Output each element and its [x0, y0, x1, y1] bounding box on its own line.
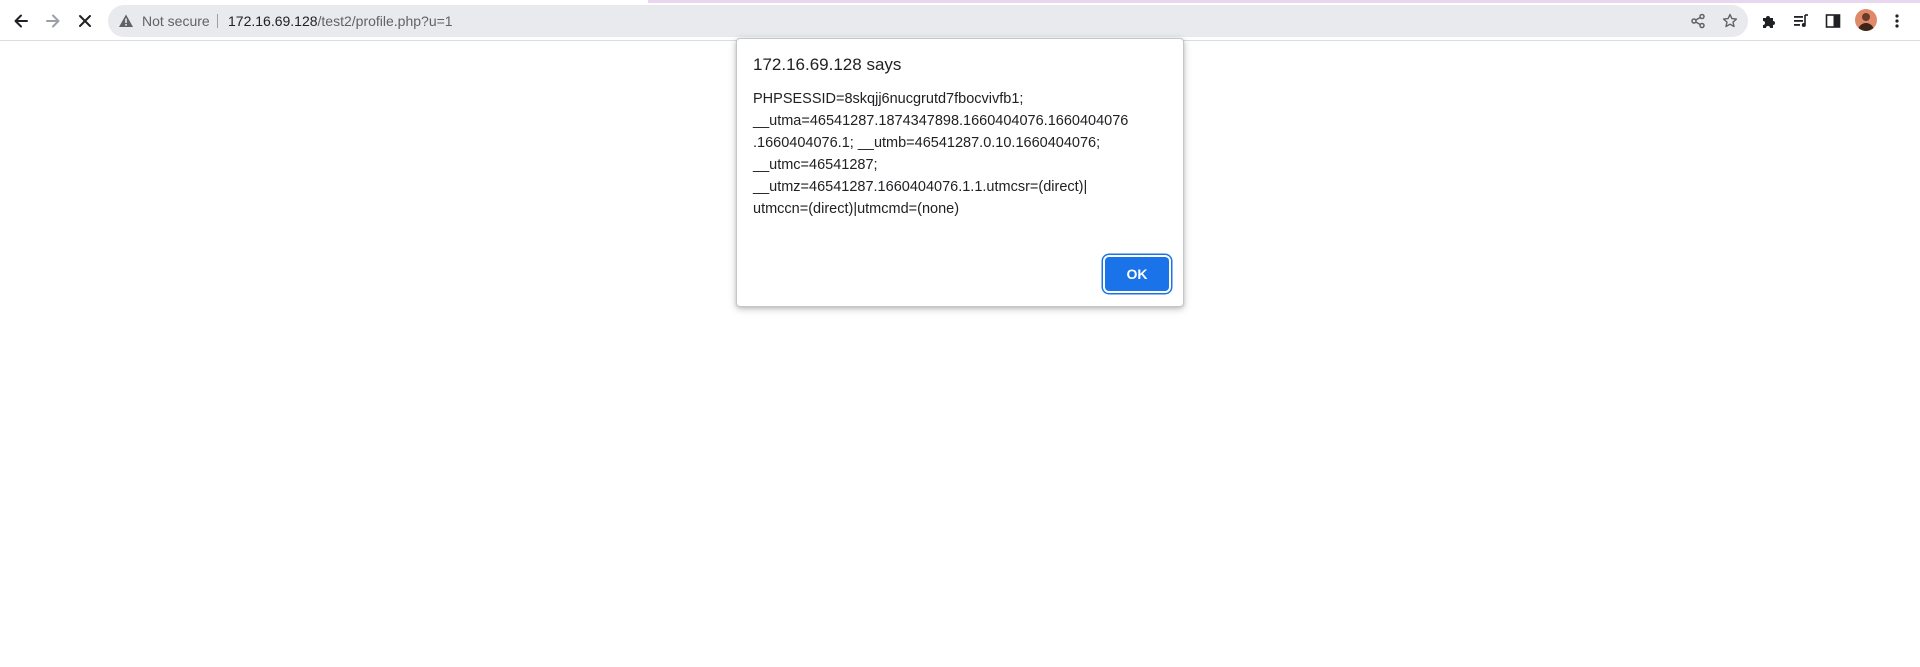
extensions-button[interactable] — [1758, 10, 1780, 32]
address-bar[interactable]: Not secure 172.16.69.128/test2/profile.p… — [108, 5, 1748, 37]
dialog-message: PHPSESSID=8skqjj6nucgrutd7fbocvivfb1; __… — [753, 88, 1173, 220]
message-line: __utma=46541287.1874347898.1660404076.16… — [753, 113, 1129, 129]
omnibox-divider — [217, 14, 218, 28]
browser-menu-button[interactable] — [1886, 10, 1908, 32]
puzzle-icon — [1763, 16, 1775, 28]
bookmark-star-icon — [1722, 13, 1738, 28]
dialog-title: 172.16.69.128 says — [753, 55, 902, 74]
warning-icon[interactable] — [118, 13, 134, 29]
ok-button[interactable]: OK — [1105, 257, 1169, 291]
share-icon — [1691, 13, 1705, 29]
tab-strip-accent — [648, 0, 1920, 3]
message-line: utmccn=(direct)|utmcmd=(none) — [753, 201, 960, 217]
avatar-body — [1858, 23, 1874, 31]
message-line: PHPSESSID=8skqjj6nucgrutd7fbocvivfb1; — [753, 91, 1024, 107]
media-queue-icon — [1794, 14, 1808, 27]
stop-loading-button[interactable] — [71, 7, 99, 35]
alert-dialog: 172.16.69.128 says PHPSESSID=8skqjj6nucg… — [736, 38, 1184, 307]
side-panel-icon — [1825, 14, 1841, 28]
url-host: 172.16.69.128 — [228, 13, 318, 29]
url-path: /test2/profile.php?u=1 — [317, 13, 453, 29]
profile-avatar[interactable] — [1855, 9, 1877, 31]
security-status-label[interactable]: Not secure — [142, 5, 210, 37]
share-button[interactable] — [1687, 10, 1709, 32]
side-panel-button[interactable] — [1822, 10, 1844, 32]
back-arrow-icon — [14, 14, 28, 28]
forward-arrow-icon — [46, 14, 60, 28]
browser-toolbar: Not secure 172.16.69.128/test2/profile.p… — [0, 0, 1920, 41]
bookmark-button[interactable] — [1719, 10, 1741, 32]
kebab-menu-icon — [1895, 14, 1899, 28]
stop-loading-icon — [79, 15, 91, 27]
back-button[interactable] — [7, 7, 35, 35]
media-controls-button[interactable] — [1790, 10, 1812, 32]
message-line: __utmc=46541287; — [753, 157, 878, 173]
avatar-head — [1862, 13, 1870, 21]
message-line: __utmz=46541287.1660404076.1.1.utmcsr=(d… — [753, 179, 1088, 195]
forward-button[interactable] — [39, 7, 67, 35]
url-text[interactable]: 172.16.69.128/test2/profile.php?u=1 — [228, 5, 453, 37]
message-line: .1660404076.1; __utmb=46541287.0.10.1660… — [753, 135, 1101, 151]
